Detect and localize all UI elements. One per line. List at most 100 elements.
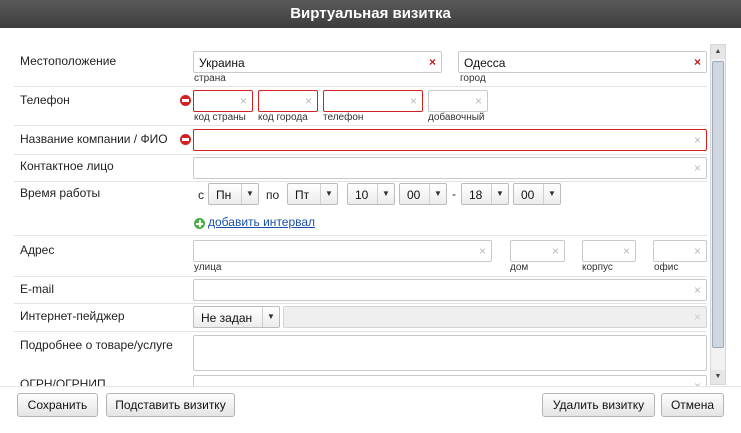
clear-icon[interactable]: × bbox=[475, 94, 482, 108]
city-hint: город bbox=[460, 73, 486, 84]
clear-icon[interactable]: × bbox=[240, 94, 247, 108]
divider bbox=[14, 303, 707, 304]
building-hint: корпус bbox=[582, 262, 613, 273]
phone-city-code-field[interactable]: × bbox=[258, 90, 318, 112]
email-label: E-mail bbox=[20, 282, 55, 296]
save-button[interactable]: Сохранить bbox=[17, 393, 98, 417]
from-minute-select[interactable]: 00 ▼ bbox=[399, 183, 447, 205]
to-label: по bbox=[266, 188, 280, 202]
clear-icon[interactable]: × bbox=[479, 244, 486, 258]
to-day-value: Пт bbox=[295, 188, 310, 202]
office-hint: офис bbox=[654, 262, 679, 273]
divider bbox=[14, 181, 707, 182]
add-interval-link[interactable]: добавить интервал bbox=[208, 215, 315, 229]
country-value: Украина bbox=[199, 56, 245, 70]
window-title: Виртуальная визитка bbox=[0, 0, 741, 28]
vertical-scrollbar[interactable]: ▲ ▼ bbox=[710, 44, 726, 385]
divider bbox=[14, 235, 707, 236]
from-day-select[interactable]: Пн ▼ bbox=[208, 183, 259, 205]
dialog-footer: Сохранить Подставить визитку Удалить виз… bbox=[0, 386, 741, 433]
clear-country-icon[interactable]: × bbox=[429, 55, 436, 69]
company-label: Название компании / ФИО bbox=[20, 132, 168, 146]
phone-extension-field[interactable]: × bbox=[428, 90, 488, 112]
clear-icon[interactable]: × bbox=[694, 379, 701, 386]
clear-icon[interactable]: × bbox=[305, 94, 312, 108]
chevron-down-icon: ▼ bbox=[429, 184, 446, 204]
messenger-label: Интернет-пейджер bbox=[20, 309, 125, 323]
scroll-up-icon[interactable]: ▲ bbox=[711, 45, 725, 59]
scrollbar-thumb[interactable] bbox=[712, 61, 724, 348]
divider bbox=[14, 154, 707, 155]
chevron-down-icon: ▼ bbox=[491, 184, 508, 204]
divider bbox=[14, 331, 707, 332]
city-code-hint: код города bbox=[258, 112, 308, 123]
delete-card-button[interactable]: Удалить визитку bbox=[542, 393, 655, 417]
from-hour-value: 10 bbox=[355, 188, 369, 202]
location-label: Местоположение bbox=[20, 54, 117, 68]
city-field[interactable]: Одесса × bbox=[458, 51, 707, 73]
extension-hint: добавочный bbox=[428, 112, 485, 123]
house-field[interactable]: × bbox=[510, 240, 565, 262]
from-day-value: Пн bbox=[216, 188, 232, 202]
clear-icon[interactable]: × bbox=[694, 133, 701, 147]
scroll-down-icon[interactable]: ▼ bbox=[711, 370, 725, 384]
clear-icon[interactable]: × bbox=[694, 244, 701, 258]
to-hour-select[interactable]: 18 ▼ bbox=[461, 183, 509, 205]
hours-label: Время работы bbox=[20, 186, 101, 200]
chevron-down-icon: ▼ bbox=[377, 184, 394, 204]
office-field[interactable]: × bbox=[653, 240, 707, 262]
error-icon bbox=[180, 95, 191, 106]
messenger-type-select[interactable]: Не задан ▼ bbox=[193, 306, 280, 328]
from-hour-select[interactable]: 10 ▼ bbox=[347, 183, 395, 205]
phone-label: Телефон bbox=[20, 93, 70, 107]
form-area: Местоположение Украина × страна Одесса ×… bbox=[0, 28, 741, 386]
contact-field[interactable]: × bbox=[193, 157, 707, 179]
to-day-select[interactable]: Пт ▼ bbox=[287, 183, 338, 205]
divider bbox=[14, 86, 707, 87]
ogrn-label: ОГРН/ОГРНИП bbox=[20, 377, 106, 386]
address-label: Адрес bbox=[20, 243, 55, 257]
messenger-id-field: × bbox=[283, 306, 707, 328]
phone-number-field[interactable]: × bbox=[323, 90, 423, 112]
to-minute-select[interactable]: 00 ▼ bbox=[513, 183, 561, 205]
email-field[interactable]: × bbox=[193, 279, 707, 301]
house-hint: дом bbox=[510, 262, 529, 273]
time-dash: - bbox=[452, 187, 456, 201]
clear-icon[interactable]: × bbox=[694, 283, 701, 297]
details-textarea[interactable] bbox=[193, 335, 707, 371]
chevron-down-icon: ▼ bbox=[241, 184, 258, 204]
street-field[interactable]: × bbox=[193, 240, 492, 262]
clear-city-icon[interactable]: × bbox=[694, 55, 701, 69]
details-label: Подробнее о товаре/услуге bbox=[20, 338, 173, 352]
chevron-down-icon: ▼ bbox=[543, 184, 560, 204]
clear-icon[interactable]: × bbox=[694, 161, 701, 175]
from-minute-value: 00 bbox=[407, 188, 421, 202]
chevron-down-icon: ▼ bbox=[262, 307, 279, 327]
country-code-hint: код страны bbox=[194, 112, 246, 123]
substitute-card-button[interactable]: Подставить визитку bbox=[106, 393, 235, 417]
cancel-button[interactable]: Отмена bbox=[661, 393, 724, 417]
clear-icon[interactable]: × bbox=[410, 94, 417, 108]
divider bbox=[14, 276, 707, 277]
to-minute-value: 00 bbox=[521, 188, 535, 202]
chevron-down-icon: ▼ bbox=[320, 184, 337, 204]
divider bbox=[14, 125, 707, 126]
from-label: с bbox=[198, 188, 204, 202]
contact-label: Контактное лицо bbox=[20, 159, 114, 173]
error-icon bbox=[180, 134, 191, 145]
ogrn-field[interactable]: × bbox=[193, 375, 707, 386]
clear-icon: × bbox=[693, 310, 701, 324]
clear-icon[interactable]: × bbox=[552, 244, 559, 258]
street-hint: улица bbox=[194, 262, 222, 273]
country-field[interactable]: Украина × bbox=[193, 51, 442, 73]
phone-number-hint: телефон bbox=[323, 112, 364, 123]
country-hint: страна bbox=[194, 73, 226, 84]
messenger-type-value: Не задан bbox=[201, 311, 253, 325]
add-icon[interactable] bbox=[194, 218, 205, 229]
building-field[interactable]: × bbox=[582, 240, 636, 262]
company-field[interactable]: × bbox=[193, 129, 707, 151]
clear-icon[interactable]: × bbox=[623, 244, 630, 258]
phone-country-code-field[interactable]: × bbox=[193, 90, 253, 112]
city-value: Одесса bbox=[464, 56, 506, 70]
to-hour-value: 18 bbox=[469, 188, 483, 202]
